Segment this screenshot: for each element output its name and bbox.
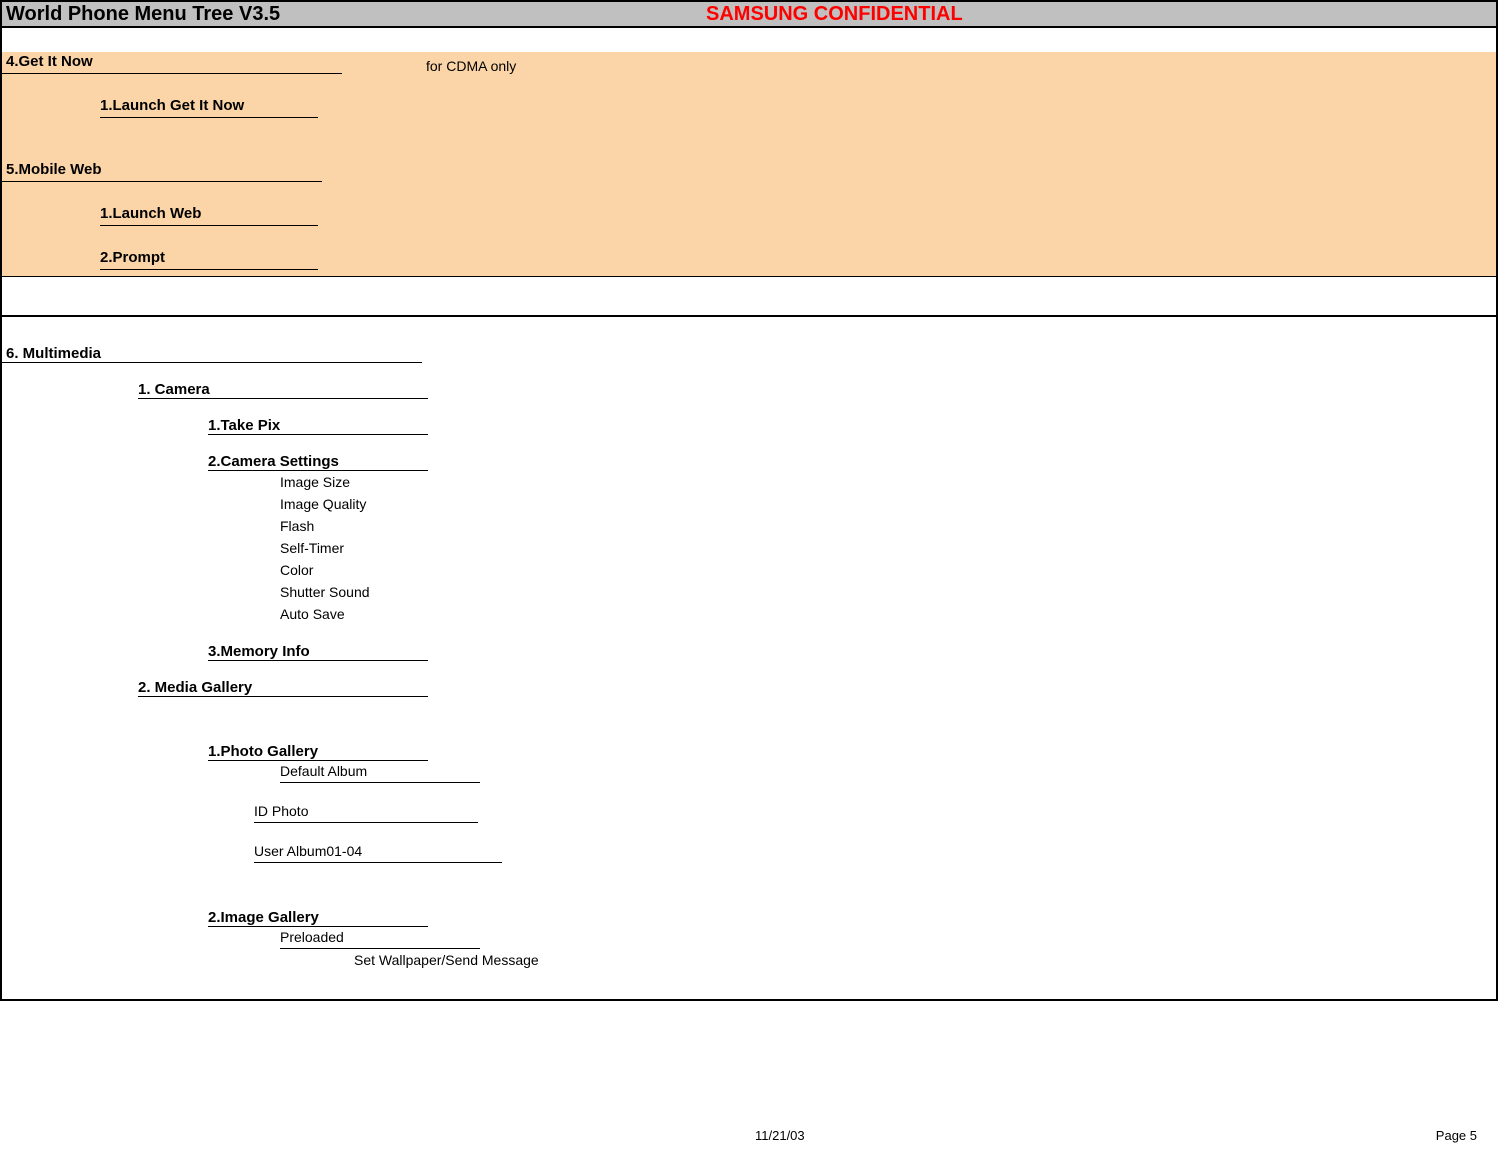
item-preloaded: Preloaded [280, 926, 480, 949]
menu-multimedia: 6. Multimedia [2, 345, 422, 363]
menu-take-pix: 1.Take Pix [208, 417, 428, 435]
item-id-photo: ID Photo [254, 800, 478, 823]
cdma-section: 4.Get It Now for CDMA only 1.Launch Get … [2, 52, 1496, 277]
menu-image-gallery: 2.Image Gallery [208, 909, 428, 927]
menu-get-it-now: 4.Get It Now [2, 51, 342, 74]
menu-mobile-web: 5.Mobile Web [2, 159, 322, 182]
setting-image-size: Image Size [280, 471, 1496, 493]
setting-color: Color [280, 559, 1496, 581]
item-default-album: Default Album [280, 760, 480, 783]
menu-media-gallery: 2. Media Gallery [138, 679, 428, 697]
multimedia-section: 6. Multimedia 1. Camera 1.Take Pix 2.Cam… [2, 317, 1496, 999]
menu-prompt: 2.Prompt [100, 247, 318, 270]
page-title: World Phone Menu Tree V3.5 [2, 3, 280, 26]
section-divider [2, 277, 1496, 317]
menu-launch-get-it-now: 1.Launch Get It Now [100, 95, 318, 118]
header-bar: World Phone Menu Tree V3.5 SAMSUNG CONFI… [2, 2, 1496, 28]
item-user-album: User Album01-04 [254, 840, 502, 863]
footer-date: 11/21/03 [755, 1128, 805, 1143]
note-cdma-only: for CDMA only [426, 58, 516, 74]
confidential-label: SAMSUNG CONFIDENTIAL [706, 3, 963, 26]
footer-page: Page 5 [1436, 1128, 1477, 1143]
setting-auto-save: Auto Save [280, 603, 1496, 625]
item-set-wallpaper-send: Set Wallpaper/Send Message [354, 949, 1496, 971]
setting-self-timer: Self-Timer [280, 537, 1496, 559]
menu-memory-info: 3.Memory Info [208, 643, 428, 661]
setting-shutter-sound: Shutter Sound [280, 581, 1496, 603]
menu-photo-gallery: 1.Photo Gallery [208, 743, 428, 761]
setting-flash: Flash [280, 515, 1496, 537]
menu-launch-web: 1.Launch Web [100, 203, 318, 226]
spacer [2, 28, 1496, 52]
menu-camera: 1. Camera [138, 381, 428, 399]
menu-camera-settings: 2.Camera Settings [208, 453, 428, 471]
setting-image-quality: Image Quality [280, 493, 1496, 515]
